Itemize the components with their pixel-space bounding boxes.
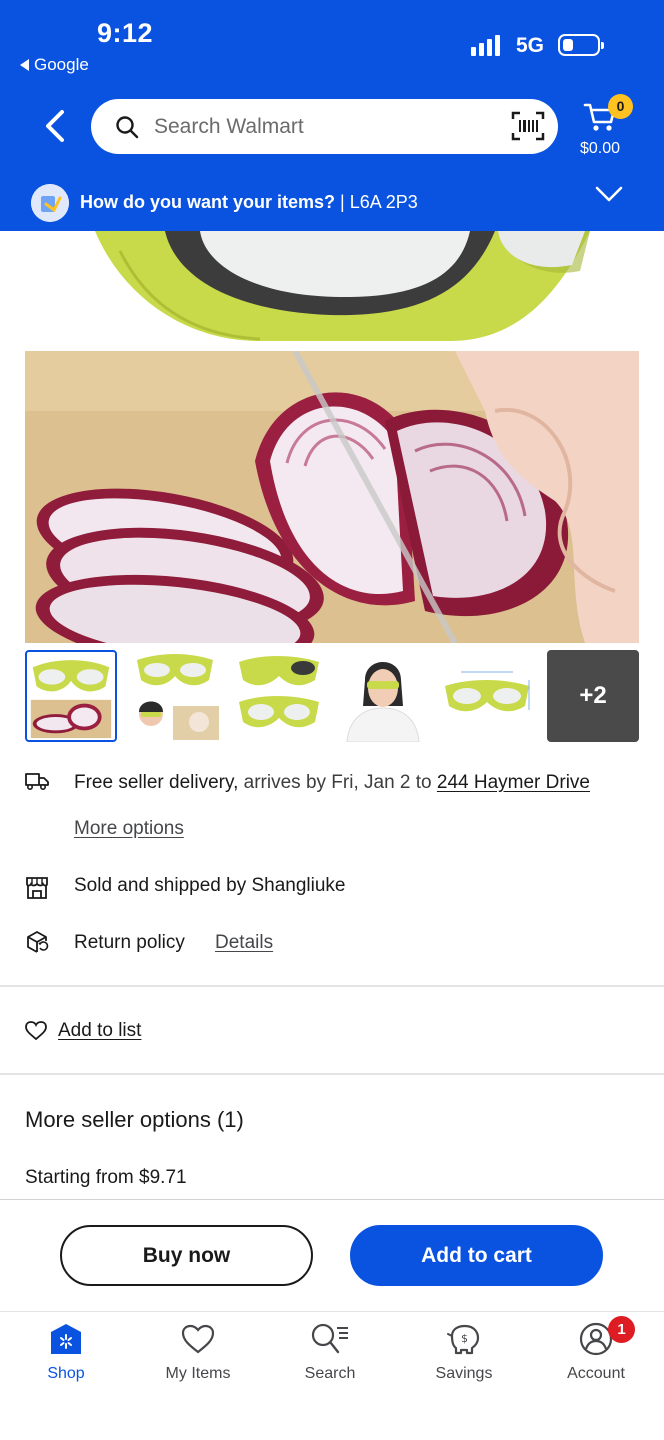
- status-time: 9:12: [97, 18, 154, 48]
- chevron-down-icon[interactable]: [594, 184, 624, 204]
- search-placeholder: Search Walmart: [154, 115, 304, 138]
- delivery-prompt[interactable]: How do you want your items? | L6A 2P3: [80, 192, 418, 213]
- back-triangle-icon: [20, 59, 29, 71]
- shop-spark-icon: [51, 1324, 81, 1354]
- delivery-method-icon: [31, 184, 69, 222]
- heart-icon: [181, 1324, 215, 1354]
- tab-shop[interactable]: Shop: [0, 1320, 132, 1383]
- back-arrow-icon[interactable]: [40, 108, 70, 144]
- tab-label: Shop: [47, 1365, 85, 1382]
- return-policy-label: Return policy: [74, 932, 185, 953]
- cart-total: $0.00: [580, 140, 621, 157]
- seller-options-title[interactable]: More seller options (1): [25, 1107, 244, 1133]
- shipping-address-link[interactable]: 244 Haymer Drive: [437, 772, 590, 793]
- tab-my-items[interactable]: My Items: [132, 1320, 264, 1383]
- more-options-link[interactable]: More options: [74, 818, 184, 840]
- store-icon: [26, 877, 48, 899]
- thumbnail-1[interactable]: [25, 650, 117, 742]
- barcode-scan-icon[interactable]: [511, 111, 545, 141]
- search-icon: [116, 116, 139, 139]
- tab-label: Account: [567, 1365, 625, 1382]
- image-thumbnails: +2: [25, 650, 639, 742]
- add-to-cart-button[interactable]: Add to cart: [350, 1225, 603, 1286]
- signal-icon: [471, 34, 500, 56]
- delivery-truck-icon: [25, 773, 49, 791]
- return-box-icon: [27, 931, 49, 953]
- seller-starting-price: Starting from $9.71: [25, 1167, 187, 1188]
- heart-outline-icon[interactable]: [25, 1021, 47, 1041]
- thumbnail-2[interactable]: [129, 650, 221, 742]
- account-notification-badge: 1: [608, 1316, 635, 1343]
- cart-count-badge: 0: [608, 94, 633, 119]
- search-input[interactable]: Search Walmart: [91, 99, 558, 154]
- product-image-goggles: [0, 231, 664, 349]
- tab-label: Savings: [435, 1365, 493, 1382]
- tab-account[interactable]: Account: [530, 1320, 662, 1383]
- more-images-thumbnail[interactable]: +2: [547, 650, 639, 742]
- network-type: 5G: [516, 34, 545, 57]
- tab-search[interactable]: Search: [264, 1320, 396, 1383]
- svg-text:$: $: [461, 1332, 468, 1345]
- tab-savings[interactable]: $ Savings: [398, 1320, 530, 1383]
- shipping-title: Free seller delivery,: [74, 772, 239, 793]
- back-to-app-link[interactable]: Google: [20, 55, 89, 75]
- divider: [0, 985, 664, 987]
- delivery-question: How do you want your items?: [80, 192, 336, 212]
- delivery-postal-code: | L6A 2P3: [335, 192, 418, 212]
- app-header: 9:12 Google 5G Search Walmart 0 $0.00 Ho…: [0, 0, 664, 231]
- buy-now-button[interactable]: Buy now: [60, 1225, 313, 1286]
- tab-label: Search: [304, 1365, 356, 1382]
- thumbnail-3[interactable]: [233, 650, 325, 742]
- divider: [0, 1199, 664, 1200]
- thumbnail-4[interactable]: [337, 650, 429, 742]
- return-details-link[interactable]: Details: [215, 932, 273, 954]
- back-app-label: Google: [34, 55, 89, 74]
- more-images-count: +2: [579, 682, 607, 709]
- piggy-bank-icon: $: [447, 1324, 480, 1355]
- shipping-arrival: arrives by Fri, Jan 2 to: [238, 772, 437, 793]
- add-to-list-link[interactable]: Add to list: [58, 1020, 141, 1042]
- sold-by-text: Sold and shipped by Shangliuke: [74, 875, 346, 896]
- tab-label: My Items: [165, 1365, 231, 1382]
- search-list-icon: [311, 1323, 348, 1354]
- thumbnail-5[interactable]: [441, 650, 533, 742]
- product-image-main[interactable]: [25, 351, 639, 643]
- shipping-info: Free seller delivery, arrives by Fri, Ja…: [74, 772, 590, 794]
- battery-icon: [558, 34, 604, 56]
- divider: [0, 1073, 664, 1075]
